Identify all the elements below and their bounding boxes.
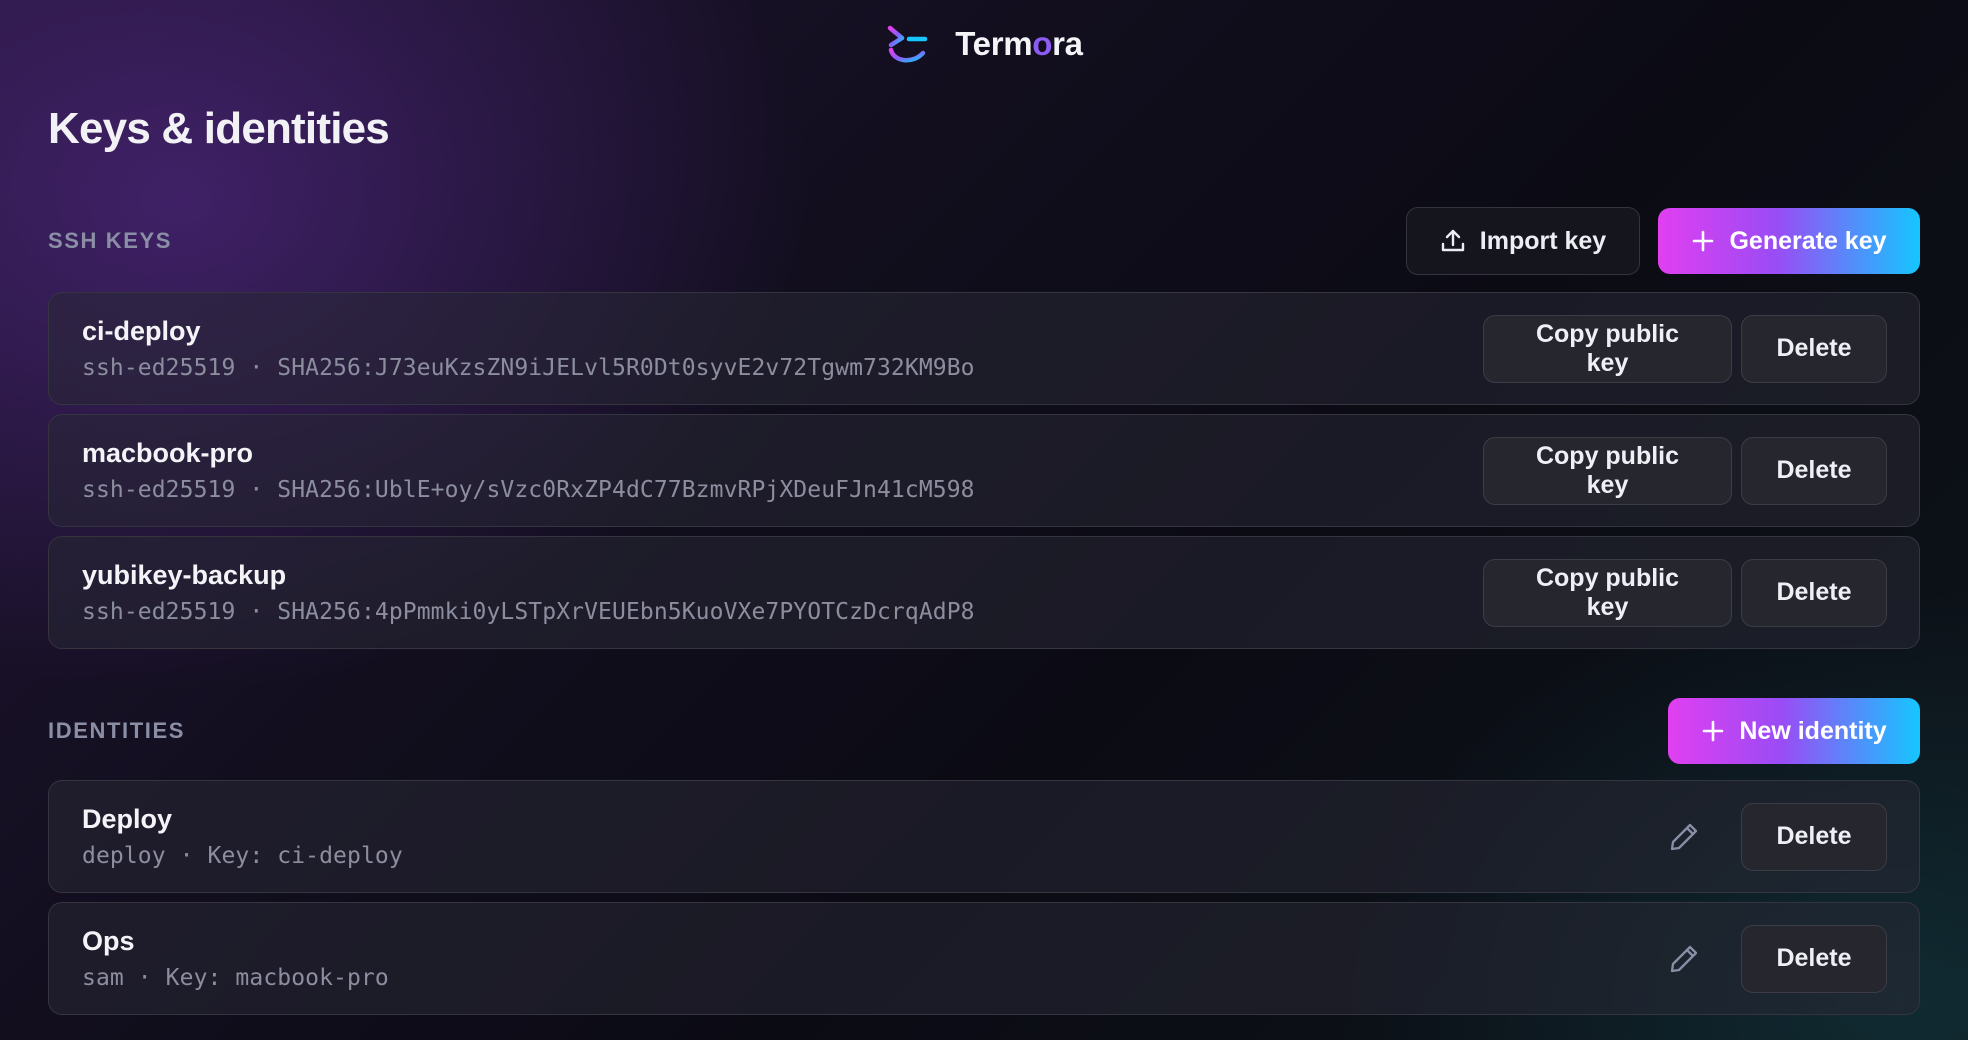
edit-identity-button[interactable] bbox=[1660, 935, 1708, 983]
identities-actions: New identity bbox=[1668, 698, 1920, 764]
edit-identity-button[interactable] bbox=[1660, 813, 1708, 861]
pencil-icon bbox=[1670, 945, 1698, 972]
upload-icon bbox=[1441, 229, 1464, 252]
termora-logo-icon bbox=[887, 25, 928, 63]
ssh-key-fingerprint: ssh-ed25519 · SHA256:4pPmmki0yLSTpXrVEUE… bbox=[82, 599, 975, 625]
pencil-icon bbox=[1670, 823, 1698, 850]
page-title: Keys & identities bbox=[48, 104, 390, 153]
copy-public-key-button[interactable]: Copy public key bbox=[1483, 558, 1732, 627]
delete-key-button[interactable]: Delete bbox=[1741, 314, 1887, 383]
identity-name: Deploy bbox=[82, 804, 173, 834]
delete-key-button[interactable]: Delete bbox=[1741, 558, 1887, 627]
new-identity-label: New identity bbox=[1739, 716, 1887, 745]
ssh-key-name: macbook-pro bbox=[82, 438, 254, 468]
identities-header: IDENTITIES New identity bbox=[48, 697, 1920, 765]
generate-key-label: Generate key bbox=[1729, 226, 1887, 255]
delete-identity-button[interactable]: Delete bbox=[1741, 802, 1887, 871]
identities-label: IDENTITIES bbox=[48, 718, 186, 743]
new-identity-button[interactable]: New identity bbox=[1668, 698, 1920, 764]
app-header: Termora bbox=[0, 22, 1968, 66]
ssh-key-card: macbook-pro ssh-ed25519 · SHA256:UblE+oy… bbox=[48, 414, 1920, 527]
generate-key-button[interactable]: Generate key bbox=[1658, 208, 1920, 274]
ssh-key-name: ci-deploy bbox=[82, 316, 201, 346]
ssh-keys-header: SSH KEYS Import key Generate key bbox=[48, 207, 1920, 275]
import-key-label: Import key bbox=[1479, 226, 1607, 255]
ssh-key-card: yubikey-backup ssh-ed25519 · SHA256:4pPm… bbox=[48, 536, 1920, 649]
identity-detail: sam · Key: macbook-pro bbox=[82, 965, 389, 991]
delete-identity-button[interactable]: Delete bbox=[1741, 924, 1887, 993]
identity-name: Ops bbox=[82, 926, 135, 956]
ssh-key-card: ci-deploy ssh-ed25519 · SHA256:J73euKzsZ… bbox=[48, 292, 1920, 405]
plus-icon bbox=[1703, 720, 1724, 742]
identity-card: Deploy deploy · Key: ci-deploy Delete bbox=[48, 780, 1920, 893]
ssh-key-fingerprint: ssh-ed25519 · SHA256:J73euKzsZN9iJELvl5R… bbox=[82, 355, 975, 381]
ssh-key-name: yubikey-backup bbox=[82, 560, 287, 590]
copy-public-key-button[interactable]: Copy public key bbox=[1483, 436, 1732, 505]
ssh-keys-label: SSH KEYS bbox=[48, 228, 173, 253]
delete-key-button[interactable]: Delete bbox=[1741, 436, 1887, 505]
ssh-keys-actions: Import key Generate key bbox=[1406, 207, 1920, 275]
identity-detail: deploy · Key: ci-deploy bbox=[82, 843, 403, 869]
copy-public-key-button[interactable]: Copy public key bbox=[1483, 314, 1732, 383]
brand-name: Termora bbox=[955, 25, 1083, 62]
identity-card: Ops sam · Key: macbook-pro Delete bbox=[48, 902, 1920, 1015]
plus-icon bbox=[1693, 230, 1714, 252]
import-key-button[interactable]: Import key bbox=[1406, 207, 1640, 275]
ssh-key-fingerprint: ssh-ed25519 · SHA256:UblE+oy/sVzc0RxZP4d… bbox=[82, 477, 975, 503]
